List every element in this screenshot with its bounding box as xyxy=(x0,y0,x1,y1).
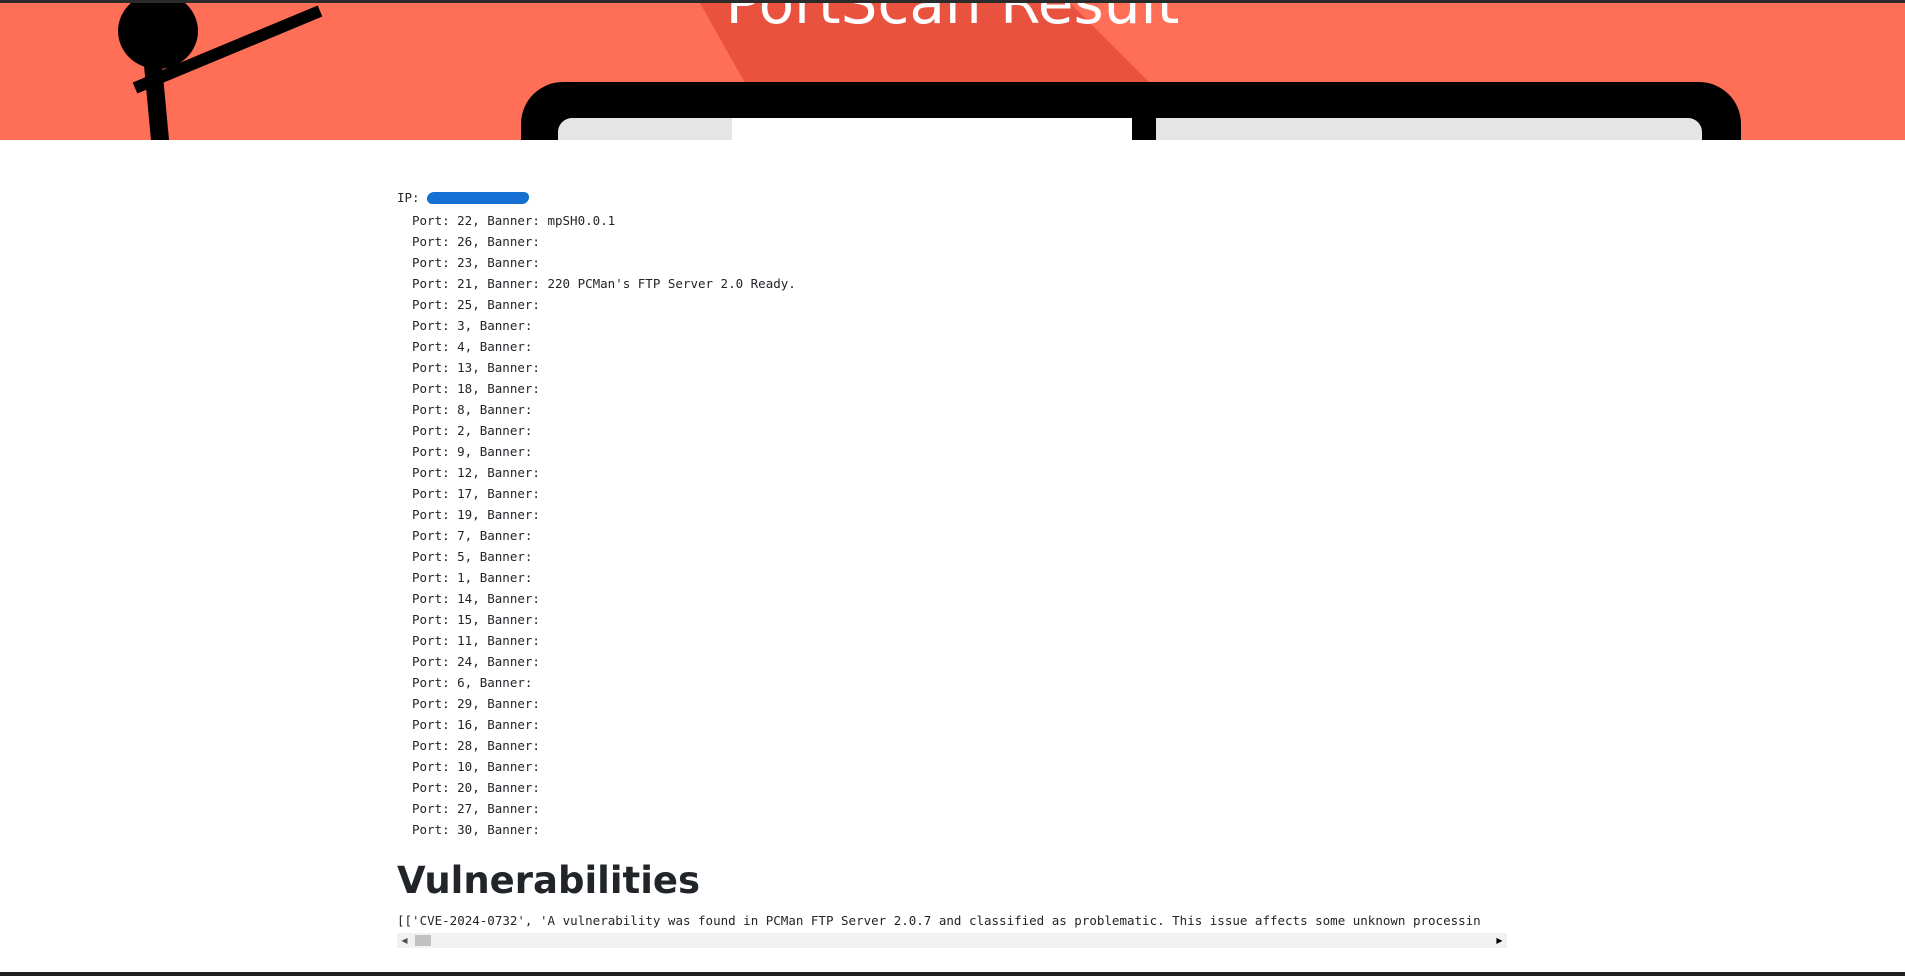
ip-label: IP: xyxy=(397,190,420,205)
port-row: Port: 20, Banner: xyxy=(412,780,540,795)
port-row: Port: 5, Banner: xyxy=(412,549,533,564)
port-row: Port: 17, Banner: xyxy=(412,486,540,501)
scrollbar-thumb[interactable] xyxy=(415,935,431,946)
port-row: Port: 23, Banner: xyxy=(412,255,540,270)
monitor-screen-highlight xyxy=(732,118,1132,140)
browser-bottom-edge xyxy=(0,972,1905,976)
port-row: Port: 15, Banner: xyxy=(412,612,540,627)
port-row: Port: 9, Banner: xyxy=(412,444,533,459)
port-row: Port: 13, Banner: xyxy=(412,360,540,375)
page-title: PortScan Result xyxy=(725,3,1180,37)
triangle-right-icon[interactable]: ▶ xyxy=(1492,933,1507,948)
port-row: Port: 21, Banner: 220 PCMan's FTP Server… xyxy=(412,276,796,291)
port-row: Port: 24, Banner: xyxy=(412,654,540,669)
hero-banner: PortScan Result xyxy=(0,3,1905,140)
vulnerabilities-heading: Vulnerabilities xyxy=(397,859,701,902)
port-row: Port: 8, Banner: xyxy=(412,402,533,417)
ip-line: IP: xyxy=(397,189,1507,207)
port-row: Port: 1, Banner: xyxy=(412,570,533,585)
port-row: Port: 29, Banner: xyxy=(412,696,540,711)
port-row: Port: 18, Banner: xyxy=(412,381,540,396)
port-row: Port: 7, Banner: xyxy=(412,528,533,543)
ip-redaction-mark xyxy=(425,192,530,204)
scan-results: IP: Port: 22, Banner: mpSH0.0.1 Port: 26,… xyxy=(397,189,1507,840)
triangle-left-icon[interactable]: ◀ xyxy=(397,933,412,948)
port-row: Port: 2, Banner: xyxy=(412,423,533,438)
port-row: Port: 28, Banner: xyxy=(412,738,540,753)
port-row: Port: 11, Banner: xyxy=(412,633,540,648)
port-row: Port: 12, Banner: xyxy=(412,465,540,480)
port-row: Port: 10, Banner: xyxy=(412,759,540,774)
port-row: Port: 26, Banner: xyxy=(412,234,540,249)
port-row: Port: 3, Banner: xyxy=(412,318,533,333)
port-row: Port: 19, Banner: xyxy=(412,507,540,522)
port-row: Port: 6, Banner: xyxy=(412,675,533,690)
port-row: Port: 25, Banner: xyxy=(412,297,540,312)
vulnerabilities-output[interactable]: [['CVE-2024-0732', 'A vulnerability was … xyxy=(397,910,1507,948)
port-row: Port: 14, Banner: xyxy=(412,591,540,606)
port-row: Port: 27, Banner: xyxy=(412,801,540,816)
vulnerabilities-text: [['CVE-2024-0732', 'A vulnerability was … xyxy=(397,913,1481,928)
monitor-divider xyxy=(1132,115,1156,140)
port-row: Port: 16, Banner: xyxy=(412,717,540,732)
port-list: Port: 22, Banner: mpSH0.0.1 Port: 26, Ban… xyxy=(397,210,1507,840)
port-row: Port: 22, Banner: mpSH0.0.1 xyxy=(412,213,616,228)
port-row: Port: 4, Banner: xyxy=(412,339,533,354)
port-row: Port: 30, Banner: xyxy=(412,822,540,837)
horizontal-scrollbar[interactable]: ◀ ▶ xyxy=(397,933,1507,948)
